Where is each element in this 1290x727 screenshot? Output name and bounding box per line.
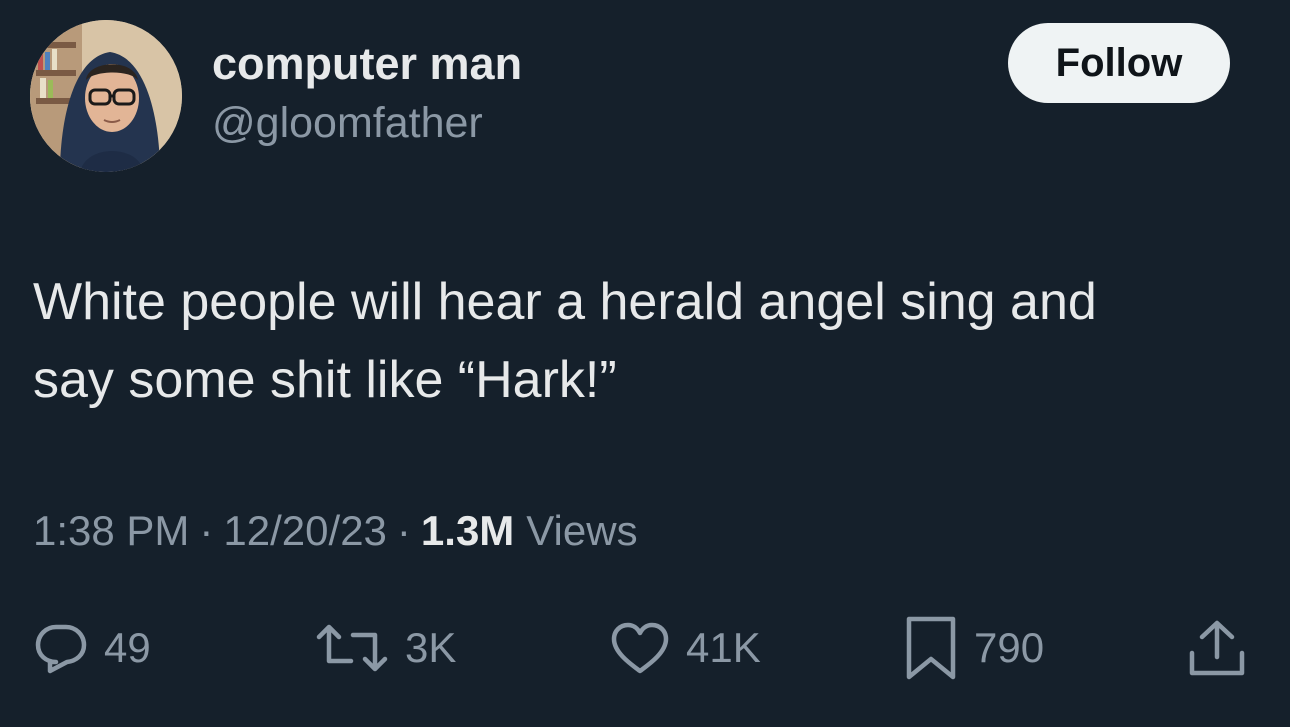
- avatar[interactable]: [30, 20, 182, 172]
- like-count: 41K: [686, 624, 761, 671]
- bookmark-icon: [904, 615, 958, 681]
- tweet-card: computer man @gloomfather Follow White p…: [0, 0, 1290, 727]
- bookmark-button[interactable]: 790: [904, 615, 1044, 681]
- retweet-button[interactable]: 3K: [315, 615, 456, 681]
- share-button[interactable]: [1186, 615, 1248, 681]
- like-button[interactable]: 41K: [610, 615, 761, 681]
- views-label: Views: [526, 507, 638, 554]
- follow-button[interactable]: Follow: [1008, 23, 1230, 103]
- tweet-text-line1: White people will hear a herald angel si…: [33, 273, 1097, 331]
- reply-icon: [34, 621, 88, 675]
- bookmark-count: 790: [974, 624, 1045, 671]
- tweet-time[interactable]: 1:38 PM: [33, 507, 189, 554]
- reply-count: 49: [104, 624, 151, 671]
- tweet-text: White people will hear a herald angel si…: [33, 263, 1263, 419]
- display-name[interactable]: computer man: [212, 38, 522, 90]
- user-handle[interactable]: @gloomfather: [212, 99, 483, 148]
- heart-icon: [610, 621, 670, 675]
- reply-button[interactable]: 49: [34, 615, 151, 681]
- tweet-meta: 1:38 PM · 12/20/23 · 1.3M Views: [33, 507, 638, 555]
- meta-separator: ·: [199, 507, 214, 554]
- retweet-icon: [315, 621, 389, 675]
- tweet-date[interactable]: 12/20/23: [223, 507, 387, 554]
- views-count: 1.3M: [420, 507, 515, 554]
- meta-separator: ·: [396, 507, 411, 554]
- tweet-text-line2: say some shit like “Hark!”: [33, 351, 617, 409]
- share-icon: [1186, 617, 1248, 679]
- retweet-count: 3K: [405, 624, 457, 671]
